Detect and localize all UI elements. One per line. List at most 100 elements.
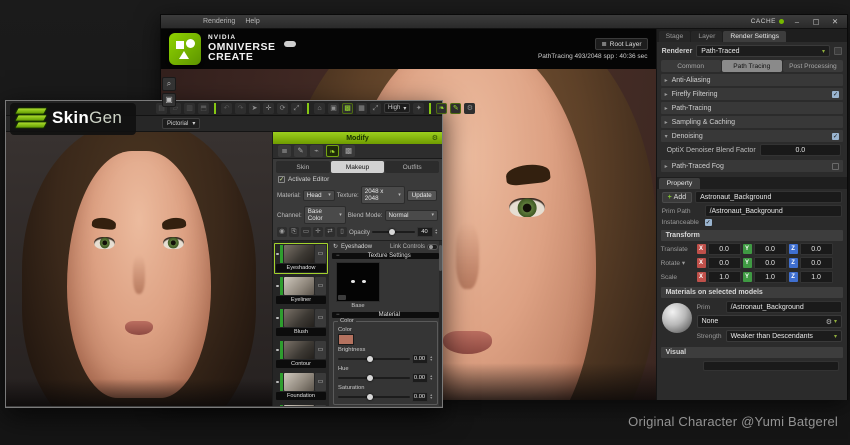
section-path-traced-fog[interactable]: ▸ Path-Traced Fog — [661, 160, 843, 172]
light-icon[interactable]: ✦ — [413, 103, 424, 114]
tab-stage[interactable]: Stage — [659, 31, 691, 42]
visibility-dot-icon[interactable] — [276, 245, 279, 263]
tab-render-settings[interactable]: Render Settings — [723, 31, 786, 42]
tab-property[interactable]: Property — [659, 178, 701, 189]
detail-scrollbar[interactable] — [439, 241, 442, 406]
subtab-path-tracing[interactable]: Path Tracing — [722, 60, 782, 72]
translate-z-field[interactable]: 0.0 — [800, 243, 833, 255]
saturation-slider-handle[interactable] — [367, 394, 373, 400]
export-icon[interactable]: ⬒ — [198, 103, 209, 114]
prim-name-field[interactable]: Astronaut_Background — [695, 191, 842, 203]
subtab-common[interactable]: Common — [661, 60, 721, 72]
mask-thumb-icon[interactable]: ▭ — [315, 373, 326, 391]
move-layer-icon[interactable]: ✛ — [313, 227, 323, 237]
save-icon[interactable]: ▥ — [184, 103, 195, 114]
tab-skin[interactable]: Skin — [276, 161, 330, 173]
flip-icon[interactable]: ⇄ — [325, 227, 335, 237]
translate-x-field[interactable]: 0.0 — [708, 243, 741, 255]
visibility-dot-icon[interactable] — [276, 373, 279, 391]
material-dropdown[interactable]: None ⚙ ▾ — [697, 315, 842, 328]
makeup-tool-icon[interactable]: ✎ — [450, 103, 461, 114]
hue-stepper[interactable]: ▲▼ — [430, 375, 433, 382]
scale-tool-icon[interactable]: ⤢ — [291, 103, 302, 114]
delete-layer-icon[interactable]: ▯ — [337, 227, 347, 237]
blend-mode-dropdown[interactable]: Normal ▾ — [385, 210, 438, 221]
mask-thumb-icon[interactable]: ▭ — [315, 277, 326, 295]
visual-section-header[interactable]: Visual — [661, 347, 843, 358]
settings-tool-icon[interactable]: ⚙ — [464, 103, 475, 114]
instanceable-checkbox[interactable]: ✓ — [705, 219, 712, 226]
camera-view-icon[interactable]: ▣ — [328, 103, 339, 114]
gear-icon[interactable]: ⚙ — [826, 318, 832, 326]
firefly-checkbox[interactable]: ✓ — [832, 91, 839, 98]
subtab-post-processing[interactable]: Post Processing — [783, 60, 843, 72]
mask-thumb-icon[interactable]: ▭ — [315, 309, 326, 327]
tab-layer[interactable]: Layer — [691, 31, 722, 42]
translate-y-field[interactable]: 0.0 — [754, 243, 787, 255]
layer-item-foundation[interactable]: ▭ Foundation — [274, 371, 328, 402]
brightness-slider-handle[interactable] — [367, 356, 373, 362]
layer-item-eyebrow[interactable]: ▭ Eyebrow — [274, 403, 328, 406]
visibility-dot-icon[interactable] — [276, 309, 279, 327]
redo-icon[interactable]: ↷ — [235, 103, 246, 114]
layer-item-eyeshadow[interactable]: ▭ Eyeshadow — [274, 243, 328, 274]
section-sampling-caching[interactable]: ▸ Sampling & Caching — [661, 116, 843, 128]
brush-tab-icon[interactable]: ✎ — [294, 145, 307, 157]
maximize-button[interactable]: ▢ — [810, 17, 822, 26]
brightness-slider[interactable] — [338, 358, 410, 360]
scale-y-field[interactable]: 1.0 — [754, 271, 787, 283]
rotate-x-field[interactable]: 0.0 — [708, 257, 741, 269]
section-path-tracing[interactable]: ▸ Path-Tracing — [661, 102, 843, 114]
saturation-slider[interactable] — [338, 396, 410, 398]
hue-slider-handle[interactable] — [367, 375, 373, 381]
zoom-tool-icon[interactable]: ⌕ — [162, 77, 176, 91]
rotate-z-field[interactable]: 0.0 — [800, 257, 833, 269]
move-tool-icon[interactable]: ✛ — [263, 103, 274, 114]
visibility-dot-icon[interactable] — [276, 277, 279, 295]
opacity-slider-handle[interactable] — [389, 229, 395, 235]
close-button[interactable]: ✕ — [829, 17, 841, 26]
opacity-slider[interactable] — [372, 231, 415, 233]
material-prim-field[interactable]: /Astronaut_Background — [726, 301, 842, 313]
tab-makeup[interactable]: Makeup — [331, 161, 385, 173]
gear-icon[interactable]: ⚙ — [432, 134, 438, 142]
renderer-dropdown[interactable]: Path-Traced ▾ — [696, 45, 830, 57]
activate-editor-checkbox[interactable]: ✓ — [278, 176, 285, 183]
brightness-stepper[interactable]: ▲▼ — [430, 356, 433, 363]
brightness-value[interactable]: 0.00 — [412, 354, 428, 364]
pattern-tab-icon[interactable]: ▩ — [342, 145, 355, 157]
saturation-value[interactable]: 0.00 — [412, 392, 428, 402]
skingen-tab-icon[interactable]: ❧ — [326, 145, 339, 157]
section-denoising[interactable]: ▾ Denoising ✓ — [661, 130, 843, 142]
prim-path-field[interactable]: /Astronaut_Background — [705, 205, 842, 217]
hue-value[interactable]: 0.00 — [412, 373, 428, 383]
layer-item-eyeliner[interactable]: ▭ Eyeliner — [274, 275, 328, 306]
update-button[interactable]: Update — [407, 190, 437, 201]
scale-z-field[interactable]: 1.0 — [800, 271, 833, 283]
strength-dropdown[interactable]: Weaker than Descendants ▾ — [726, 330, 842, 342]
link-controls-toggle[interactable] — [427, 244, 438, 250]
texture-size-dropdown[interactable]: 2048 x 2048 ▾ — [361, 186, 405, 204]
mask-thumb-icon[interactable]: ▭ — [315, 341, 326, 359]
sliders-tab-icon[interactable]: ≣ — [278, 145, 291, 157]
transform-section-header[interactable]: Transform — [661, 230, 843, 241]
display-mode-dropdown[interactable]: Pictorial ▾ — [162, 118, 200, 129]
visibility-dot-icon[interactable] — [276, 405, 279, 406]
color-swatch[interactable] — [338, 334, 354, 345]
rotate-tool-icon[interactable]: ⟳ — [277, 103, 288, 114]
materials-section-header[interactable]: Materials on selected models — [661, 287, 843, 298]
skingen-viewport[interactable] — [6, 132, 272, 406]
saturation-stepper[interactable]: ▲▼ — [430, 394, 433, 401]
opacity-stepper[interactable]: ▲▼ — [435, 229, 438, 236]
collapse-icon[interactable]: − — [336, 253, 340, 259]
section-anti-aliasing[interactable]: ▸ Anti-Aliasing — [661, 74, 843, 86]
home-view-icon[interactable]: ⌂ — [314, 103, 325, 114]
link-icon[interactable]: ⎘ — [289, 227, 299, 237]
layer-item-contour[interactable]: ▭ Contour — [274, 339, 328, 370]
undo-icon[interactable]: ↶ — [221, 103, 232, 114]
refresh-icon[interactable]: ↻ — [333, 243, 338, 250]
layer-item-blush[interactable]: ▭ Blush — [274, 307, 328, 338]
visibility-icon[interactable]: ◉ — [277, 227, 287, 237]
opacity-value[interactable]: 40 — [417, 227, 433, 237]
chevron-down-icon[interactable]: ▾ — [682, 260, 685, 267]
